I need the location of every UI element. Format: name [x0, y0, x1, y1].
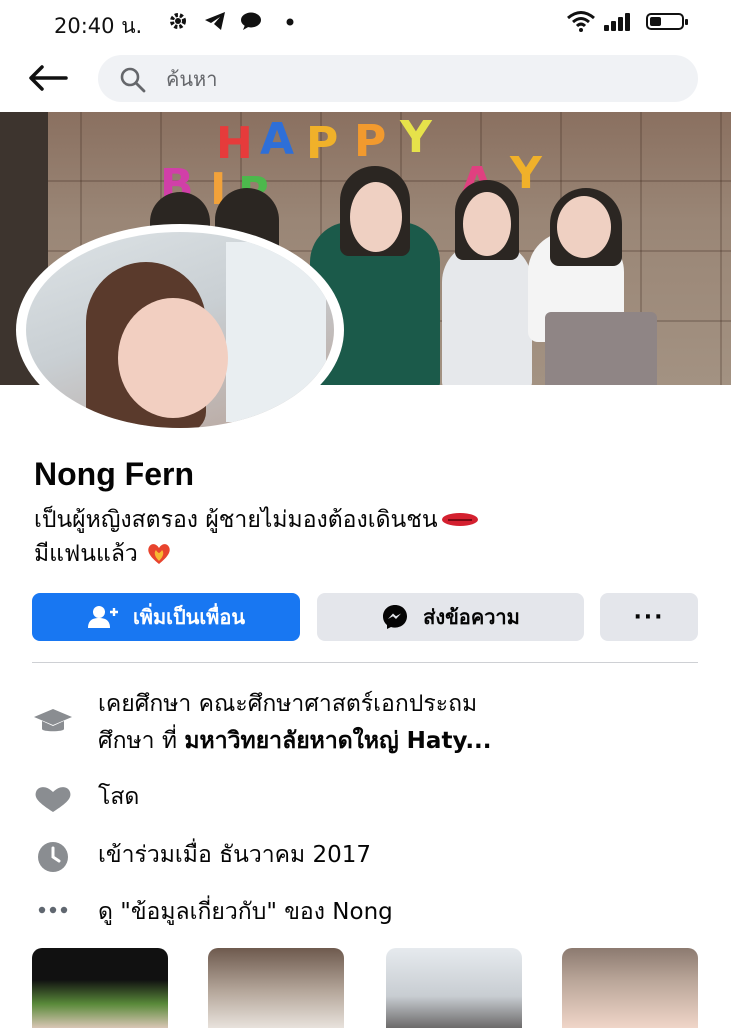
- back-arrow-icon[interactable]: [24, 58, 72, 98]
- school-link[interactable]: มหาวิทยาลัยหาดใหญ่ Haty...: [184, 728, 491, 754]
- graduation-cap-icon: [32, 706, 74, 736]
- photo-thumbnail[interactable]: [208, 948, 344, 1028]
- more-dots-icon: [32, 906, 74, 914]
- divider: [32, 662, 698, 663]
- about-link[interactable]: ดู "ข้อมูลเกี่ยวกับ" ของ Nong: [98, 894, 698, 931]
- joined-row: เข้าร่วมเมื่อ ธันวาคม 2017: [32, 837, 698, 877]
- message-label: ส่งข้อความ: [423, 605, 520, 629]
- profile-bio: เป็นผู้หญิงสตรอง ผู้ชายไม่มองต้องเดินชน …: [34, 503, 694, 571]
- top-bar: [0, 44, 731, 112]
- lips-icon: [441, 511, 478, 529]
- photo-strip: [32, 948, 698, 1028]
- wifi-icon: [566, 10, 596, 37]
- message-button[interactable]: ส่งข้อความ: [317, 593, 584, 641]
- search-icon: [120, 67, 146, 97]
- dot-icon: [286, 11, 294, 36]
- education-text: เคยศึกษา คณะศึกษาศาสตร์เอกประถม ศึกษา ที…: [98, 691, 492, 754]
- heart-status-icon: [32, 785, 74, 813]
- add-friend-button[interactable]: เพิ่มเป็นเพื่อน: [32, 593, 300, 641]
- add-friend-label: เพิ่มเป็นเพื่อน: [132, 605, 246, 629]
- photo-thumbnail[interactable]: [386, 948, 522, 1028]
- relationship-row: โสด: [32, 779, 698, 819]
- signal-icon: [604, 13, 634, 31]
- status-time: 20:40 น.: [54, 14, 143, 38]
- more-icon: ···: [633, 604, 665, 630]
- chat-icon: [240, 11, 262, 36]
- search-bar[interactable]: [98, 55, 698, 102]
- about-row[interactable]: ดู "ข้อมูลเกี่ยวกับ" ของ Nong: [32, 894, 698, 934]
- photo-thumbnail[interactable]: [32, 948, 168, 1028]
- clock-icon: [32, 840, 74, 874]
- status-bar: 20:40 น.: [0, 0, 731, 44]
- bio-line-2: มีแฟนแล้ว: [34, 541, 138, 567]
- more-options-button[interactable]: ···: [600, 593, 698, 641]
- bio-line-1: เป็นผู้หญิงสตรอง ผู้ชายไม่มองต้องเดินชน: [34, 507, 438, 533]
- joined-text: เข้าร่วมเมื่อ ธันวาคม 2017: [98, 842, 372, 868]
- heart-icon: [146, 540, 172, 566]
- add-friend-icon: [87, 605, 119, 629]
- relationship-text: โสด: [98, 784, 140, 810]
- settings-icon: [168, 11, 188, 36]
- education-row[interactable]: เคยศึกษา คณะศึกษาศาสตร์เอกประถม ศึกษา ที…: [32, 686, 698, 766]
- profile-name: Nong Fern: [34, 456, 194, 492]
- messenger-icon: [381, 603, 409, 631]
- telegram-icon: [204, 11, 226, 36]
- battery-icon: [646, 13, 688, 30]
- search-input[interactable]: [164, 64, 668, 94]
- avatar[interactable]: [26, 232, 334, 428]
- photo-thumbnail[interactable]: [562, 948, 698, 1028]
